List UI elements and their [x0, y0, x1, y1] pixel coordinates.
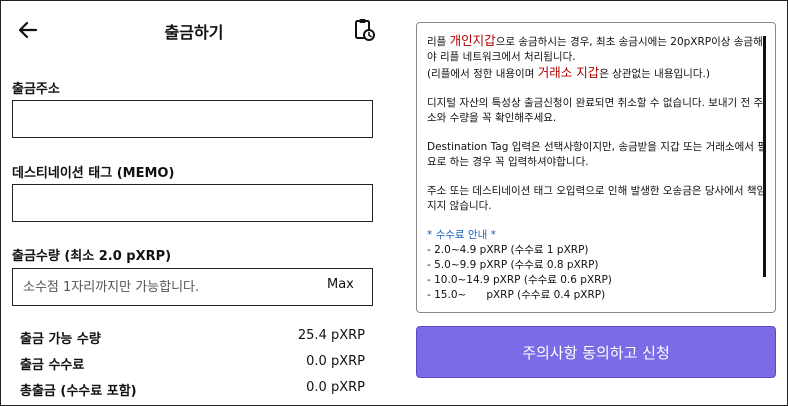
address-input[interactable]: [12, 100, 373, 138]
summary-row-total: 총출금 (수수료 포함) 0.0 pXRP: [20, 380, 365, 400]
notice-paragraph-3: Destination Tag 입력은 선택사항이지만, 송금받을 지갑 또는 …: [427, 141, 767, 168]
address-label: 출금주소: [12, 82, 60, 97]
summary-label: 출금 가능 수량: [20, 332, 101, 347]
amount-input[interactable]: [12, 268, 373, 306]
memo-input[interactable]: [12, 184, 373, 222]
summary-value: 0.0 pXRP: [306, 354, 365, 369]
fee-item: - 10.0~14.9 pXRP (수수료 0.6 pXRP): [427, 274, 612, 286]
summary-row-available: 출금 가능 수량 25.4 pXRP: [20, 328, 365, 348]
summary-label: 출금 수수료: [20, 358, 85, 373]
fee-item: - 5.0~9.9 pXRP (수수료 0.8 pXRP): [427, 259, 599, 271]
history-button[interactable]: [350, 16, 378, 44]
notice-paragraph-2: 디지털 자산의 특성상 출금신청이 완료되면 취소할 수 없습니다. 보내기 전…: [427, 97, 764, 124]
fee-item: - 2.0~4.9 pXRP (수수료 1 pXRP): [427, 244, 589, 256]
highlight-exchange-wallet: 거래소 지갑: [537, 65, 600, 80]
summary-value: 25.4 pXRP: [297, 328, 365, 343]
summary-row-fee: 출금 수수료 0.0 pXRP: [20, 354, 365, 374]
agree-and-apply-button[interactable]: 주의사항 동의하고 신청: [416, 326, 776, 378]
highlight-personal-wallet: 개인지갑: [449, 33, 496, 48]
withdraw-form-panel: 출금하기 출금주소 데스티네이션 태그 (MEMO) 출금수량 (최소 2.0 …: [0, 0, 388, 406]
summary-label: 총출금 (수수료 포함): [20, 384, 137, 399]
summary-value: 0.0 pXRP: [306, 380, 365, 395]
amount-label: 출금수량 (최소 2.0 pXRP): [12, 249, 172, 264]
fee-item: - 15.0~ pXRP (수수료 0.4 pXRP): [427, 289, 606, 301]
app-header: 출금하기: [0, 0, 388, 62]
notice-paragraph-1: 리플 개인지갑으로 송금하시는 경우, 최초 송금시에는 20pXRP이상 송금…: [427, 33, 763, 63]
clipboard-clock-icon: [355, 19, 375, 41]
notice-paragraph-4: 주소 또는 데스티네이션 태그 오입력으로 인해 발생한 오송금은 당사에서 책…: [427, 185, 767, 212]
fee-guide-title: * 수수료 안내 *: [427, 229, 496, 241]
notice-scrollbar[interactable]: [763, 36, 766, 277]
notice-paragraph-1b: (리플에서 정한 내용이며 거래소 지갑은 상관없는 내용입니다.): [427, 65, 710, 80]
max-button[interactable]: Max: [327, 277, 354, 292]
notice-box[interactable]: 리플 개인지갑으로 송금하시는 경우, 최초 송금시에는 20pXRP이상 송금…: [416, 22, 776, 313]
page-title: 출금하기: [164, 23, 224, 42]
memo-label: 데스티네이션 태그 (MEMO): [12, 166, 175, 181]
